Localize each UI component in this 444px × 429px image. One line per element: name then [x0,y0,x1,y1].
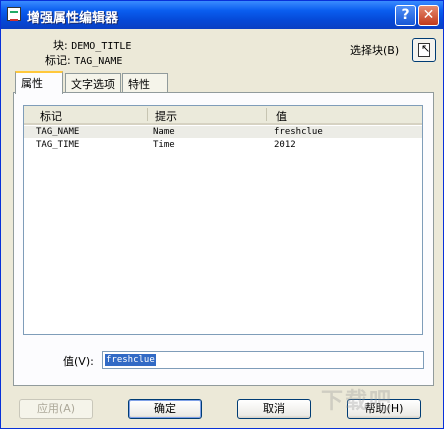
watermark: 下载吧 [321,381,436,414]
watermark-text: 下载吧 [321,389,394,414]
cancel-button[interactable]: 取消 [237,399,311,419]
select-block-label: 选择块(B) [350,44,400,57]
select-block-button[interactable] [412,38,436,62]
window-title: 增强属性编辑器 [27,11,119,26]
cell-value: freshclue [274,127,323,137]
value-input[interactable]: freshclue [102,351,424,369]
tag-label: 标记: [45,54,71,67]
close-button[interactable]: ✕ [418,5,439,26]
column-header-value[interactable]: 值 [276,108,287,124]
block-value: DEMO_TITLE [71,41,132,52]
ok-button[interactable]: 确定 [128,399,202,419]
title-bar[interactable]: 增强属性编辑器 ? ✕ [1,1,443,29]
cell-value: 2012 [274,140,296,150]
attribute-grid[interactable]: 标记 提示 值 TAG_NAME Name freshclue TAG_TIME… [23,105,423,335]
enhanced-attribute-editor-dialog: 增强属性编辑器 ? ✕ 块: DEMO_TITLE 标记: TAG_NAME 选… [0,0,444,429]
tag-info: 标记: TAG_NAME [45,52,122,68]
value-input-text: freshclue [105,354,156,366]
apply-button[interactable]: 应用(A) [19,399,93,419]
attribute-editor-icon [7,7,21,21]
cell-prompt: Name [153,127,175,137]
grid-header: 标记 提示 值 [24,106,422,125]
column-divider[interactable] [266,108,267,121]
block-label: 块: [53,39,68,52]
tab-properties[interactable]: 特性 [122,73,168,92]
tag-value: TAG_NAME [74,56,123,67]
cell-tag: TAG_NAME [36,127,80,137]
tab-text-options[interactable]: 文字选项 [65,73,121,92]
column-header-prompt[interactable]: 提示 [155,108,177,124]
table-row[interactable]: TAG_TIME Time 2012 [24,139,422,151]
value-label: 值(V): [63,355,94,368]
column-divider[interactable] [147,108,148,121]
cell-tag: TAG_TIME [36,140,80,150]
column-header-tag[interactable]: 标记 [40,108,62,124]
tab-attributes[interactable]: 属性 [15,71,63,94]
block-info: 块: DEMO_TITLE [53,37,131,53]
cell-prompt: Time [153,140,175,150]
table-row[interactable]: TAG_NAME Name freshclue [24,126,422,138]
help-question-button[interactable]: ? [395,5,416,26]
